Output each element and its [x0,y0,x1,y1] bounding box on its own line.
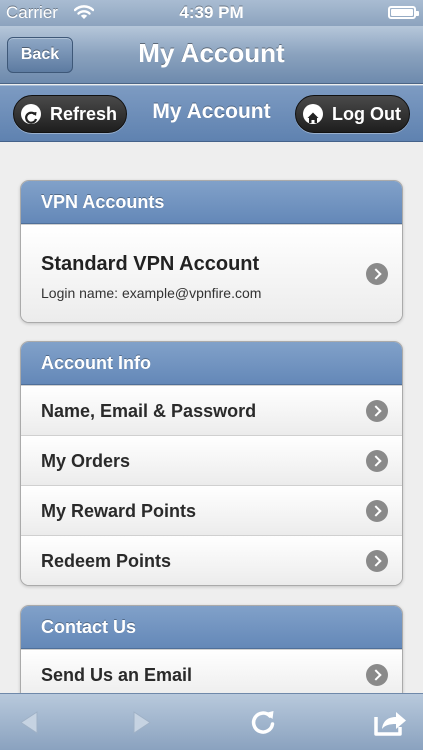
list-item-label: Redeem Points [41,551,172,571]
navigation-bar: Back My Account [0,26,423,84]
list-item-my-reward-points[interactable]: My Reward Points [21,485,402,535]
account-title: Standard VPN Account [41,253,260,275]
list-item-redeem-points[interactable]: Redeem Points [21,535,402,585]
battery-icon [388,6,419,19]
list-item-label: My Orders [41,451,131,471]
home-icon [303,104,323,124]
list-item-label: Send Us an Email [41,665,193,685]
vpn-account-row[interactable]: Standard VPN Account Login name: example… [21,224,402,322]
contact-us-group: Contact Us Send Us an Email [20,605,403,693]
list-item-name-email-password[interactable]: Name, Email & Password [21,385,402,435]
vpn-accounts-group: VPN Accounts Standard VPN Account Login … [20,180,403,323]
back-arrow-icon[interactable] [15,694,41,750]
nav-title: My Account [138,38,285,68]
chevron-right-icon [366,500,388,522]
list-item-send-email[interactable]: Send Us an Email [21,649,402,693]
account-info-group: Account Info Name, Email & Password My O… [20,341,403,586]
chevron-right-icon [366,664,388,686]
chevron-right-icon [366,400,388,422]
group-header-contact-us: Contact Us [21,606,402,649]
content-area[interactable]: VPN Accounts Standard VPN Account Login … [0,142,423,693]
group-header-account-info: Account Info [21,342,402,385]
chevron-right-icon [366,450,388,472]
list-item-label: My Reward Points [41,501,197,521]
chevron-right-icon [366,550,388,572]
browser-toolbar [0,693,423,750]
chevron-right-icon [366,263,388,285]
list-item-my-orders[interactable]: My Orders [21,435,402,485]
reload-icon[interactable] [248,694,278,750]
status-time: 4:39 PM [179,3,244,22]
account-login-name: Login name: example@vpnfire.com [41,285,262,301]
share-icon[interactable] [373,694,409,750]
group-header-vpn-accounts: VPN Accounts [21,181,402,224]
forward-arrow-icon[interactable] [130,694,156,750]
page-header: Refresh My Account Log Out [0,85,423,142]
logout-label: Log Out [332,104,401,124]
list-item-label: Name, Email & Password [41,401,257,421]
logout-button[interactable]: Log Out [295,95,410,133]
status-bar: Carrier 4:39 PM [0,0,423,26]
